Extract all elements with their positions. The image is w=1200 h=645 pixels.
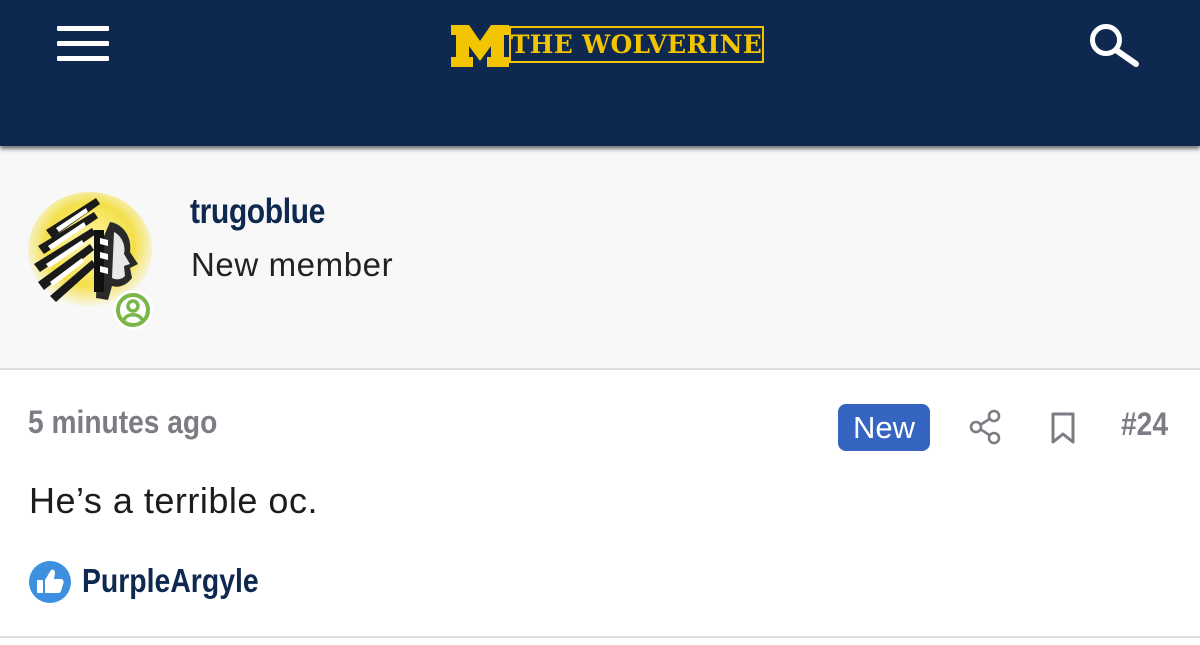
user-status-icon — [113, 290, 153, 330]
menu-bar-line — [57, 26, 109, 31]
menu-bar-line — [57, 56, 109, 61]
new-badge: New — [838, 404, 930, 451]
search-glyph — [1090, 24, 1139, 67]
post-author-card: trugoblue New member — [0, 146, 1200, 370]
top-navigation-bar: M THE WOLVERINE — [0, 0, 1200, 146]
menu-bar-line — [57, 41, 109, 46]
bookmark-icon[interactable] — [1049, 411, 1077, 445]
logo-wordmark: THE WOLVERINE — [510, 30, 763, 59]
post-body-text: He’s a terrible oc. — [29, 480, 318, 521]
user-role-title: New member — [191, 246, 394, 283]
logo-wordmark-box: THE WOLVERINE — [509, 26, 764, 63]
search-icon[interactable] — [1088, 22, 1142, 68]
site-logo[interactable]: M THE WOLVERINE — [451, 24, 766, 68]
like-reaction-glyph — [29, 561, 71, 603]
username-link[interactable]: trugoblue — [190, 192, 325, 232]
post-timestamp[interactable]: 5 minutes ago — [28, 404, 217, 441]
thumbs-up-icon[interactable] — [28, 560, 72, 604]
post-meta-row: 5 minutes ago New #24 — [0, 400, 1200, 456]
reaction-user-link[interactable]: PurpleArgyle — [82, 562, 259, 600]
bookmark-glyph — [1051, 412, 1075, 444]
hamburger-menu-icon[interactable] — [57, 26, 111, 64]
post-divider — [0, 636, 1200, 638]
share-glyph — [969, 409, 1001, 445]
share-icon[interactable] — [968, 409, 1002, 445]
post-number-link[interactable]: #24 — [1121, 406, 1168, 443]
block-m-logo-icon: M — [451, 25, 509, 67]
online-status-glyph — [116, 293, 150, 327]
